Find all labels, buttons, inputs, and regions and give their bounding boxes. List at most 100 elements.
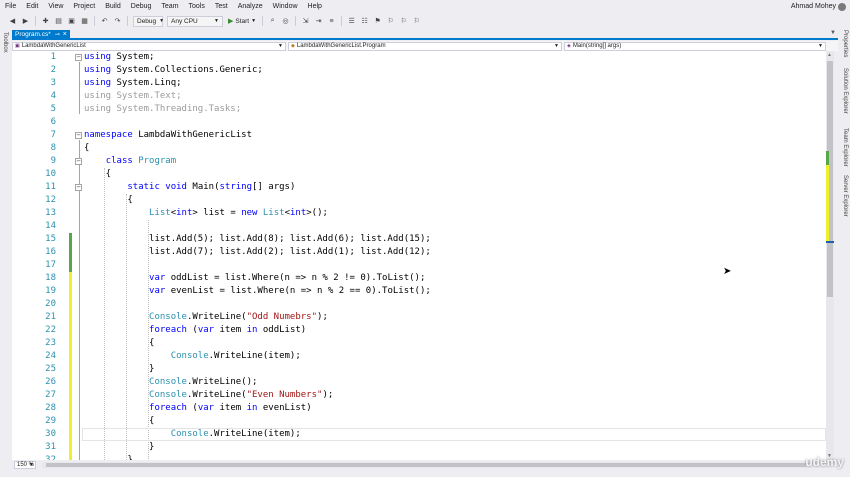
step-into-icon[interactable]: ⇲ bbox=[301, 17, 310, 26]
properties-tab[interactable]: Properties bbox=[842, 30, 848, 57]
menu-item-help[interactable]: Help bbox=[303, 0, 327, 14]
new-project-icon[interactable]: ✚ bbox=[41, 17, 50, 26]
line-number: 3 bbox=[50, 78, 56, 88]
member-dropdown[interactable]: ◈ Main(string[] args) ▼ bbox=[564, 41, 826, 51]
redo-icon[interactable]: ↷ bbox=[113, 17, 122, 26]
code-line[interactable]: 29 { bbox=[12, 415, 826, 428]
code-line[interactable]: 1 − using System; bbox=[12, 51, 826, 64]
toolbar-separator bbox=[295, 16, 297, 26]
open-file-icon[interactable]: ▤ bbox=[54, 17, 63, 26]
code-line[interactable]: 11 − static void Main(string[] args) bbox=[12, 181, 826, 194]
code-line[interactable]: 26 Console.WriteLine(); bbox=[12, 376, 826, 389]
line-number: 28 bbox=[45, 403, 56, 413]
code-line[interactable]: 30 Console.WriteLine(item); bbox=[12, 428, 826, 441]
collapse-region-icon[interactable]: − bbox=[75, 54, 82, 61]
previous-bookmark-icon[interactable]: ⚐ bbox=[386, 17, 395, 26]
back-navigate-icon[interactable]: ◀ bbox=[8, 17, 17, 26]
code-line[interactable]: 6 bbox=[12, 116, 826, 129]
code-line[interactable]: 19 var evenList = list.Where(n => n % 2 … bbox=[12, 285, 826, 298]
next-bookmark-icon[interactable]: ⚐ bbox=[399, 17, 408, 26]
menu-item-window[interactable]: Window bbox=[268, 0, 303, 14]
menu-item-tools[interactable]: Tools bbox=[184, 0, 210, 14]
browser-link-icon[interactable]: ◎ bbox=[281, 17, 290, 26]
horizontal-scrollbar-thumb[interactable] bbox=[46, 463, 806, 467]
comment-lines-icon[interactable]: ☰ bbox=[347, 17, 356, 26]
collapse-region-icon[interactable]: − bbox=[75, 158, 82, 165]
menu-item-project[interactable]: Project bbox=[68, 0, 100, 14]
collapse-region-icon[interactable]: − bbox=[75, 184, 82, 191]
solution-platform-dropdown[interactable]: Any CPU ▼ bbox=[167, 15, 223, 27]
code-line[interactable]: 13 List<int> list = new List<int>(); bbox=[12, 207, 826, 220]
code-line[interactable]: 31 } bbox=[12, 441, 826, 454]
tab-program-cs[interactable]: Program.cs* ⊸ × bbox=[12, 30, 70, 40]
team-explorer-tab[interactable]: Team Explorer bbox=[842, 128, 848, 167]
undo-icon[interactable]: ↶ bbox=[100, 17, 109, 26]
start-button[interactable]: ▶ Start ▼ bbox=[228, 17, 256, 26]
align-icon[interactable]: ≡ bbox=[327, 17, 336, 26]
menu-item-file[interactable]: File bbox=[0, 0, 21, 14]
project-dropdown[interactable]: ▣ LambdaWithGenericList ▼ bbox=[12, 41, 286, 51]
save-icon[interactable]: ▣ bbox=[67, 17, 76, 26]
menu-item-view[interactable]: View bbox=[43, 0, 68, 14]
uncomment-lines-icon[interactable]: ☷ bbox=[360, 17, 369, 26]
code-line[interactable]: 10 { bbox=[12, 168, 826, 181]
forward-navigate-icon[interactable]: ▶ bbox=[21, 17, 30, 26]
code-line[interactable]: 18 var oddList = list.Where(n => n % 2 !… bbox=[12, 272, 826, 285]
code-line[interactable]: 24 Console.WriteLine(item); bbox=[12, 350, 826, 363]
code-line[interactable]: 28 foreach (var item in evenList) bbox=[12, 402, 826, 415]
solution-explorer-tab[interactable]: Solution Explorer bbox=[842, 68, 848, 114]
scroll-up-icon[interactable]: ▲ bbox=[827, 52, 832, 58]
code-text: using System.Collections.Generic; bbox=[84, 65, 263, 75]
code-line[interactable]: 5 using System.Threading.Tasks; bbox=[12, 103, 826, 116]
code-line[interactable]: 25 } bbox=[12, 363, 826, 376]
step-over-icon[interactable]: ⇥ bbox=[314, 17, 323, 26]
vertical-scrollbar[interactable]: ▲ ▼ bbox=[826, 51, 834, 460]
user-avatar-icon[interactable] bbox=[838, 3, 846, 11]
code-line[interactable]: 9 − class Program bbox=[12, 155, 826, 168]
menu-item-edit[interactable]: Edit bbox=[21, 0, 43, 14]
code-line[interactable]: 21 Console.WriteLine("Odd Numebrs"); bbox=[12, 311, 826, 324]
horizontal-scrollbar[interactable] bbox=[42, 462, 832, 468]
user-name[interactable]: Ahmad Mohey bbox=[791, 0, 836, 14]
toolbox-tab[interactable]: Toolbox bbox=[2, 32, 8, 53]
code-line[interactable]: 17 bbox=[12, 259, 826, 272]
bookmark-icon[interactable]: ⚑ bbox=[373, 17, 382, 26]
code-line[interactable]: 8{ bbox=[12, 142, 826, 155]
menu-item-analyze[interactable]: Analyze bbox=[233, 0, 268, 14]
line-number: 13 bbox=[45, 208, 56, 218]
menu-item-build[interactable]: Build bbox=[100, 0, 126, 14]
project-icon: ▣ bbox=[15, 42, 20, 49]
unsaved-change-indicator bbox=[69, 337, 72, 350]
code-line[interactable]: 2 using System.Collections.Generic; bbox=[12, 64, 826, 77]
code-line[interactable]: 16 list.Add(7); list.Add(2); list.Add(1)… bbox=[12, 246, 826, 259]
solution-configuration-dropdown[interactable]: Debug ▼ bbox=[133, 15, 164, 27]
close-icon[interactable]: × bbox=[63, 30, 67, 40]
unsaved-change-indicator bbox=[69, 298, 72, 311]
pin-icon[interactable]: ⊸ bbox=[55, 30, 60, 40]
menu-item-team[interactable]: Team bbox=[156, 0, 183, 14]
code-line[interactable]: 27 Console.WriteLine("Even Numbers"); bbox=[12, 389, 826, 402]
code-line[interactable]: 4 using System.Text; bbox=[12, 90, 826, 103]
code-editor[interactable]: 1− using System; 2 using System.Collections… bbox=[12, 51, 826, 460]
zoom-dropdown[interactable]: 150 % ▼ bbox=[14, 461, 36, 469]
code-line[interactable]: 20 bbox=[12, 298, 826, 311]
code-text: using System.Text; bbox=[84, 91, 182, 101]
collapse-region-icon[interactable]: − bbox=[75, 132, 82, 139]
menu-item-debug[interactable]: Debug bbox=[126, 0, 157, 14]
line-number: 20 bbox=[45, 299, 56, 309]
code-line[interactable]: 14 bbox=[12, 220, 826, 233]
clear-bookmarks-icon[interactable]: ⚐ bbox=[412, 17, 421, 26]
code-line[interactable]: 12 { bbox=[12, 194, 826, 207]
code-line[interactable]: 3 using System.Linq; bbox=[12, 77, 826, 90]
find-in-files-icon[interactable]: ⌕ bbox=[268, 17, 277, 26]
line-number: 17 bbox=[45, 260, 56, 270]
server-explorer-tab[interactable]: Server Explorer bbox=[842, 175, 848, 217]
code-line[interactable]: 7 − namespace LambdaWithGenericList bbox=[12, 129, 826, 142]
code-line[interactable]: 23 { bbox=[12, 337, 826, 350]
code-line[interactable]: 22 foreach (var item in oddList) bbox=[12, 324, 826, 337]
save-all-icon[interactable]: ▦ bbox=[80, 17, 89, 26]
menu-item-test[interactable]: Test bbox=[210, 0, 233, 14]
class-dropdown[interactable]: ◆ LambdaWithGenericList.Program ▼ bbox=[288, 41, 562, 51]
code-line[interactable]: 15 list.Add(5); list.Add(8); list.Add(6)… bbox=[12, 233, 826, 246]
tab-list-dropdown-icon[interactable]: ▼ bbox=[830, 30, 836, 36]
